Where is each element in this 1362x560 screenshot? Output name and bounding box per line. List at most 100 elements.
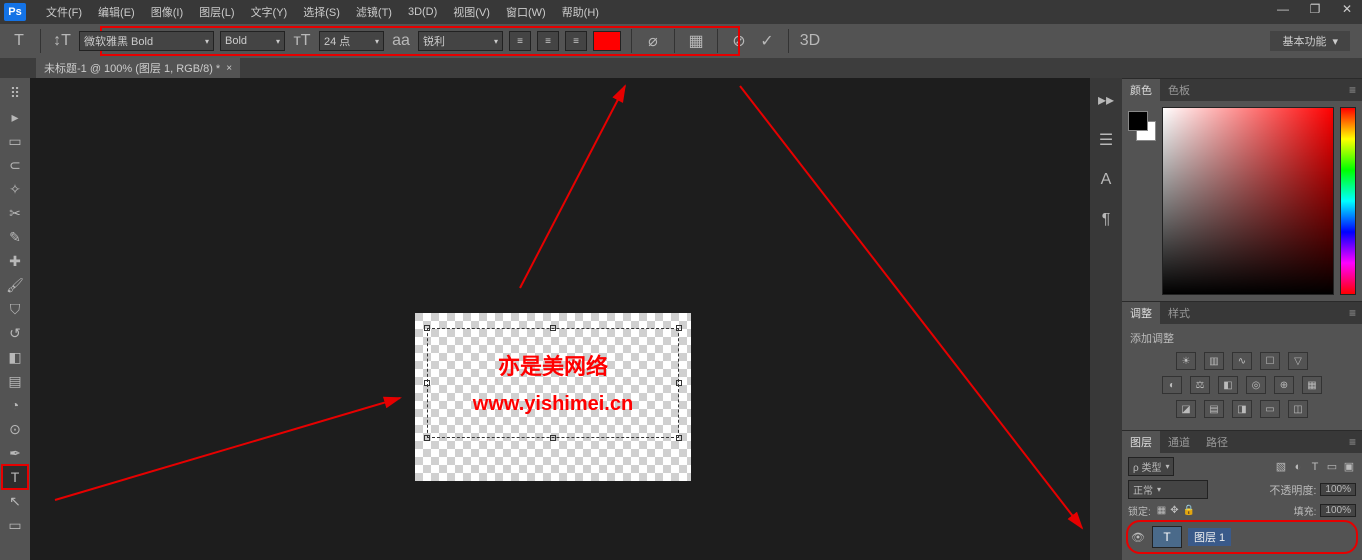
resize-handle[interactable] [424,325,430,331]
adj-levels-icon[interactable]: ▥ [1204,352,1224,370]
restore-button[interactable]: ❐ [1304,2,1326,16]
magic-wand-tool[interactable]: ✧ [3,178,27,200]
stamp-tool[interactable]: ⛉ [3,298,27,320]
character-panel-icon[interactable]: A [1096,170,1116,190]
pen-tool[interactable]: ✒ [3,442,27,464]
layer-item[interactable]: 👁 T 图层 1 [1128,522,1356,552]
blend-mode-dropdown[interactable]: 正常▾ [1128,480,1208,499]
align-left-button[interactable]: ≡ [509,31,531,51]
marquee-tool[interactable]: ▭ [3,130,27,152]
adj-exposure-icon[interactable]: ☐ [1260,352,1280,370]
menu-image[interactable]: 图像(I) [143,4,191,20]
adj-gradient-map-icon[interactable]: ▭ [1260,400,1280,418]
fill-value[interactable]: 100% [1320,504,1356,517]
lock-pixels-icon[interactable]: ▦ [1157,505,1166,516]
text-content[interactable]: 亦是美网络 www.yishimei.cn [428,329,678,416]
lasso-tool[interactable]: ⊂ [3,154,27,176]
menu-help[interactable]: 帮助(H) [554,4,607,20]
opacity-value[interactable]: 100% [1320,483,1356,496]
commit-icon[interactable]: ✓ [756,30,778,52]
adj-posterize-icon[interactable]: ▤ [1204,400,1224,418]
tab-styles[interactable]: 样式 [1160,302,1198,324]
adj-brightness-icon[interactable]: ☀ [1176,352,1196,370]
antialias-dropdown[interactable]: 锐利▾ [418,31,503,51]
warp-text-icon[interactable]: ⌀ [642,30,664,52]
adj-balance-icon[interactable]: ⚖ [1190,376,1210,394]
canvas[interactable]: 亦是美网络 www.yishimei.cn [415,313,691,481]
font-weight-dropdown[interactable]: Bold▾ [220,31,285,51]
menu-type[interactable]: 文字(Y) [243,4,296,20]
lock-all-icon[interactable]: 🔒 [1183,505,1195,516]
path-tool[interactable]: ↖ [3,490,27,512]
eraser-tool[interactable]: ◧ [3,346,27,368]
gradient-tool[interactable]: ▤ [3,370,27,392]
foreground-color[interactable] [1128,111,1148,131]
text-color-swatch[interactable] [593,31,621,51]
tab-swatches[interactable]: 色板 [1160,79,1198,101]
eyedropper-tool[interactable]: ✎ [3,226,27,248]
type-tool[interactable]: T [3,466,27,488]
orientation-icon[interactable]: ↕T [51,30,73,52]
menu-3d[interactable]: 3D(D) [400,6,445,18]
layer-thumbnail[interactable]: T [1152,526,1182,548]
canvas-area[interactable]: 亦是美网络 www.yishimei.cn [30,78,1090,560]
filter-smart-icon[interactable]: ▣ [1342,460,1356,474]
adj-vibrance-icon[interactable]: ▽ [1288,352,1308,370]
shape-tool[interactable]: ▭ [3,514,27,536]
history-brush-tool[interactable]: ↺ [3,322,27,344]
crop-tool[interactable]: ✂ [3,202,27,224]
adj-photo-filter-icon[interactable]: ◎ [1246,376,1266,394]
adj-threshold-icon[interactable]: ◨ [1232,400,1252,418]
menu-view[interactable]: 视图(V) [445,4,498,20]
dodge-tool[interactable]: ⊙ [3,418,27,440]
properties-panel-icon[interactable]: ☰ [1096,130,1116,150]
tab-layers[interactable]: 图层 [1122,431,1160,453]
resize-handle[interactable] [676,325,682,331]
color-field[interactable] [1162,107,1334,295]
3d-icon[interactable]: 3D [799,30,821,52]
menu-window[interactable]: 窗口(W) [498,4,554,20]
adj-bw-icon[interactable]: ◧ [1218,376,1238,394]
doc-tab-close-icon[interactable]: × [226,63,232,74]
filter-shape-icon[interactable]: ▭ [1325,460,1339,474]
grabber-icon[interactable]: ⠿ [3,82,27,104]
resize-handle[interactable] [676,435,682,441]
cancel-icon[interactable]: ⊘ [728,30,750,52]
menu-edit[interactable]: 编辑(E) [90,4,143,20]
font-family-dropdown[interactable]: 微软雅黑 Bold▾ [79,31,214,51]
font-size-dropdown[interactable]: 24 点▾ [319,31,384,51]
blur-tool[interactable]: ◔ [3,394,27,416]
adj-hue-icon[interactable]: ◐ [1162,376,1182,394]
paragraph-panel-icon[interactable]: ¶ [1096,210,1116,230]
adj-lookup-icon[interactable]: ▦ [1302,376,1322,394]
resize-handle[interactable] [550,325,556,331]
adj-selective-icon[interactable]: ◫ [1288,400,1308,418]
tab-channels[interactable]: 通道 [1160,431,1198,453]
text-bounding-box[interactable]: 亦是美网络 www.yishimei.cn [427,328,679,438]
resize-handle[interactable] [424,380,430,386]
brush-tool[interactable]: 🖌 [3,274,27,296]
move-tool[interactable]: ▸ [3,106,27,128]
panel-menu-icon[interactable]: ≡ [1349,306,1362,320]
visibility-toggle-icon[interactable]: 👁 [1130,531,1146,544]
adj-curves-icon[interactable]: ∿ [1232,352,1252,370]
filter-adjust-icon[interactable]: ◐ [1291,460,1305,474]
workspace-switcher[interactable]: 基本功能▾ [1270,31,1350,51]
menu-file[interactable]: 文件(F) [38,4,90,20]
hue-strip[interactable] [1340,107,1356,295]
align-center-button[interactable]: ≡ [537,31,559,51]
tab-adjustments[interactable]: 调整 [1122,302,1160,324]
filter-type-icon[interactable]: T [1308,460,1322,474]
panel-menu-icon[interactable]: ≡ [1349,83,1362,97]
layer-name[interactable]: 图层 1 [1188,528,1231,546]
filter-image-icon[interactable]: ▧ [1274,460,1288,474]
layer-filter-kind[interactable]: ρ 类型▾ [1128,457,1174,476]
align-right-button[interactable]: ≡ [565,31,587,51]
panel-menu-icon[interactable]: ≡ [1349,435,1362,449]
fg-bg-swatch[interactable] [1128,107,1156,295]
resize-handle[interactable] [550,435,556,441]
lock-position-icon[interactable]: ✥ [1170,505,1178,516]
close-button[interactable]: ✕ [1336,2,1358,16]
tab-color[interactable]: 颜色 [1122,79,1160,101]
tab-paths[interactable]: 路径 [1198,431,1236,453]
